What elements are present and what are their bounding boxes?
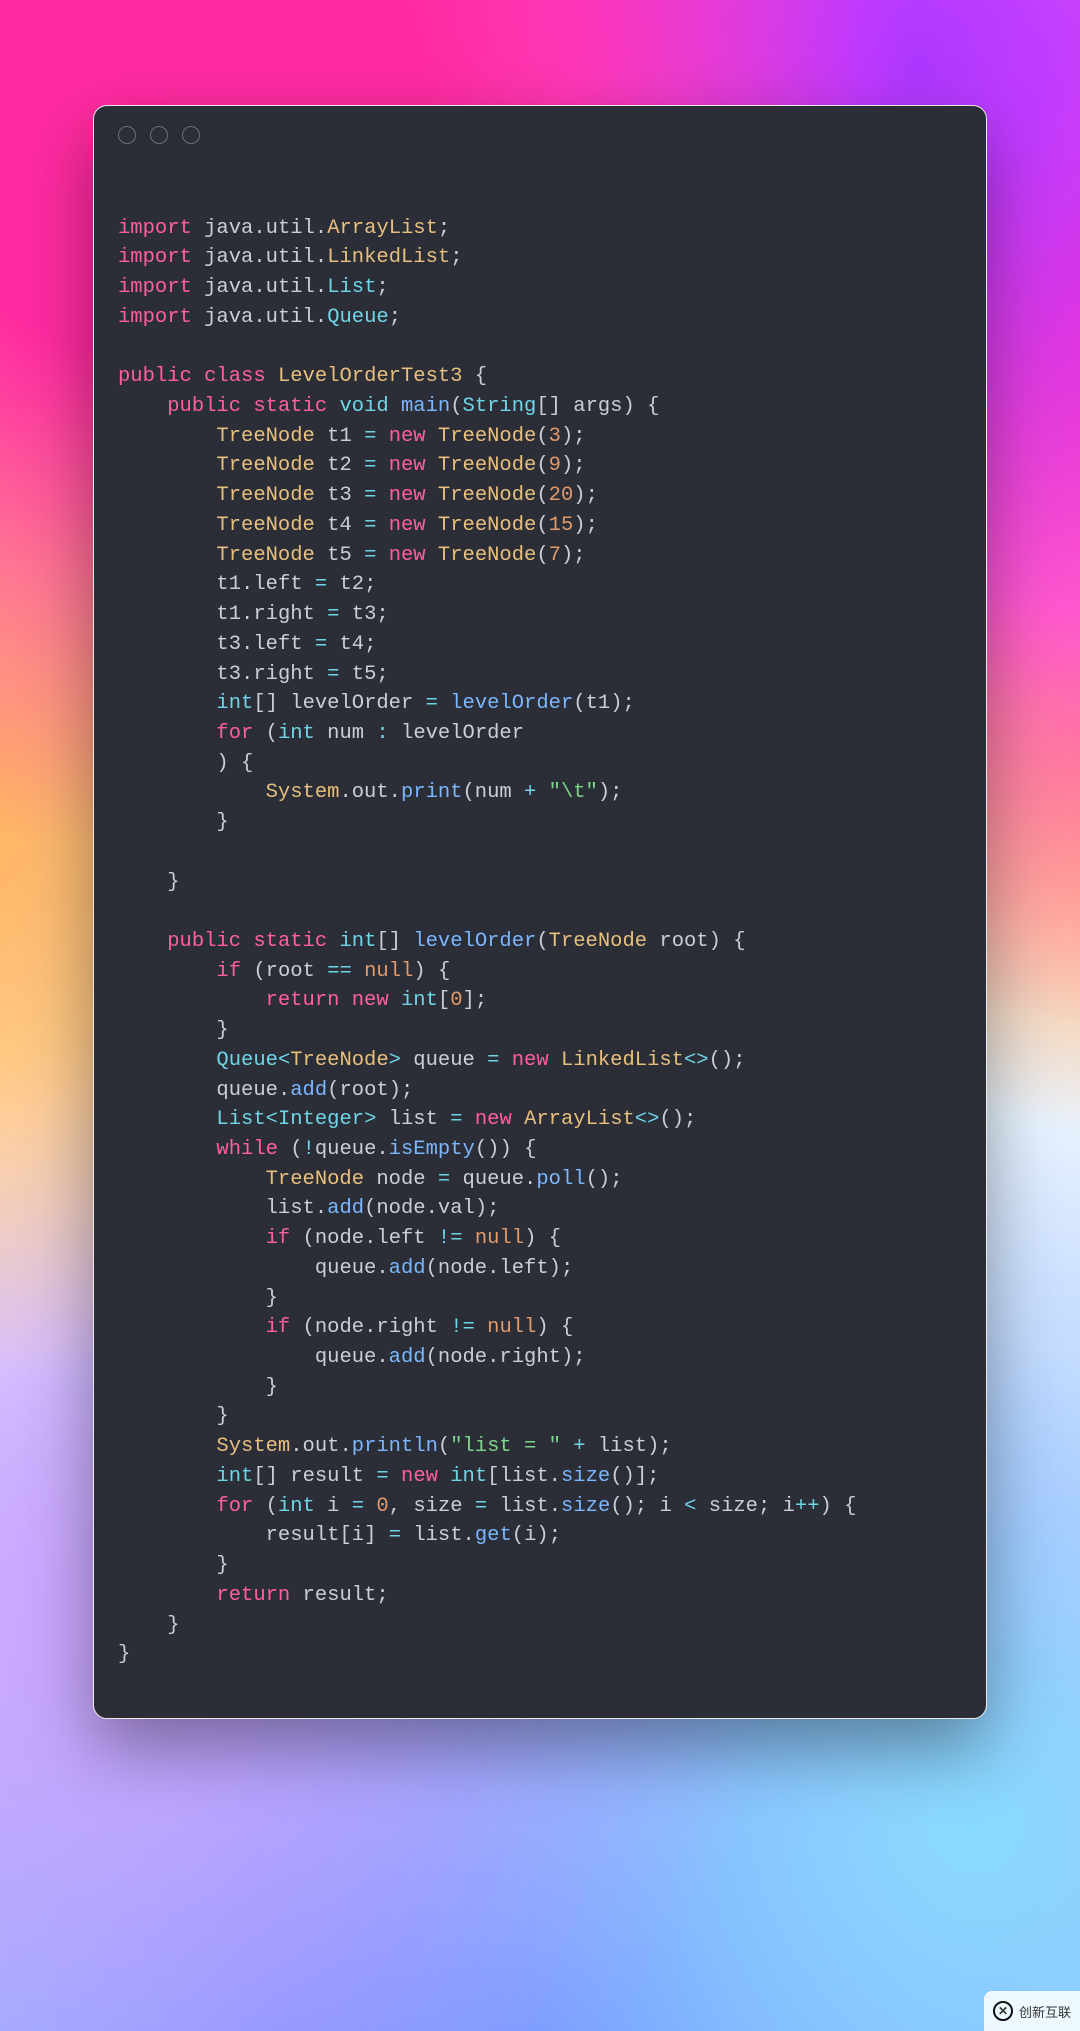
window-titlebar — [94, 106, 986, 164]
code-area: import java.util.ArrayList; import java.… — [94, 164, 986, 1718]
window-dot-maximize[interactable] — [182, 126, 200, 144]
window-dot-close[interactable] — [118, 126, 136, 144]
code-content: import java.util.ArrayList; import java.… — [118, 184, 962, 1670]
watermark-text: 创新互联 — [1019, 2002, 1071, 2021]
code-window: import java.util.ArrayList; import java.… — [93, 105, 987, 1719]
window-dot-minimize[interactable] — [150, 126, 168, 144]
watermark-logo-icon: ✕ — [993, 2001, 1013, 2021]
watermark-badge: ✕ 创新互联 — [984, 1991, 1080, 2031]
